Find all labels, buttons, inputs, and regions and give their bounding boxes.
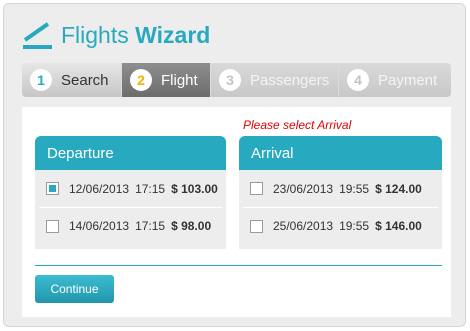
flight-option-row[interactable]: 12/06/2013 17:15 $ 103.00 bbox=[35, 170, 226, 207]
arrival-title: Arrival bbox=[239, 136, 442, 170]
flight-option-row[interactable]: 25/06/2013 19:55 $ 146.00 bbox=[243, 207, 438, 244]
arrival-panel: Arrival 23/06/2013 19:55 $ 124.00 25/06/… bbox=[239, 136, 442, 249]
flight-time: 19:55 bbox=[339, 219, 370, 233]
step-label: Flight bbox=[161, 71, 198, 89]
wizard-container: Flights Wizard 1 Search 2 Flight 3 Passe… bbox=[3, 3, 466, 327]
arrival-checkbox[interactable] bbox=[250, 219, 263, 233]
step-label: Search bbox=[61, 71, 109, 89]
step-flight[interactable]: 2 Flight bbox=[122, 63, 211, 97]
flight-price: $ 124.00 bbox=[375, 181, 422, 196]
flight-option-row[interactable]: 14/06/2013 17:15 $ 98.00 bbox=[39, 207, 222, 244]
step-passengers: 3 Passengers bbox=[211, 63, 339, 97]
error-message: Please select Arrival bbox=[243, 118, 352, 132]
departure-checkbox[interactable] bbox=[46, 219, 59, 233]
flight-date: 12/06/2013 bbox=[69, 181, 130, 196]
title-regular: Flights bbox=[61, 22, 129, 48]
step-label: Passengers bbox=[250, 71, 330, 89]
step-payment: 4 Payment bbox=[339, 63, 451, 97]
departure-checkbox[interactable] bbox=[46, 182, 59, 195]
step-number: 3 bbox=[219, 69, 241, 91]
continue-button[interactable]: Continue bbox=[35, 275, 114, 303]
step-search[interactable]: 1 Search bbox=[22, 63, 122, 97]
arrival-checkbox[interactable] bbox=[250, 182, 263, 195]
step-number: 4 bbox=[347, 69, 369, 91]
flight-date: 14/06/2013 bbox=[69, 219, 130, 233]
divider bbox=[35, 265, 442, 266]
flight-price: $ 103.00 bbox=[171, 181, 218, 196]
flight-option-row[interactable]: 23/06/2013 19:55 $ 124.00 bbox=[239, 170, 442, 207]
flight-logo-icon bbox=[23, 22, 53, 50]
flight-date: 25/06/2013 bbox=[273, 219, 334, 233]
flight-time: 17:15 bbox=[135, 181, 166, 196]
departure-title: Departure bbox=[35, 136, 226, 170]
page-title: Flights Wizard bbox=[61, 22, 210, 49]
step-number: 1 bbox=[30, 69, 52, 91]
flight-price: $ 98.00 bbox=[171, 219, 212, 233]
departure-panel: Departure 12/06/2013 17:15 $ 103.00 14/0… bbox=[35, 136, 226, 249]
flight-time: 17:15 bbox=[135, 219, 166, 233]
flight-date: 23/06/2013 bbox=[273, 181, 334, 196]
flight-time: 19:55 bbox=[339, 181, 370, 196]
wizard-steps: 1 Search 2 Flight 3 Passengers 4 Payment bbox=[22, 63, 451, 97]
title-bold: Wizard bbox=[135, 22, 211, 48]
step-number: 2 bbox=[130, 69, 152, 91]
step-label: Payment bbox=[378, 71, 438, 89]
flight-price: $ 146.00 bbox=[375, 219, 422, 233]
content-panel: Please select Arrival Departure 12/06/20… bbox=[22, 107, 451, 317]
